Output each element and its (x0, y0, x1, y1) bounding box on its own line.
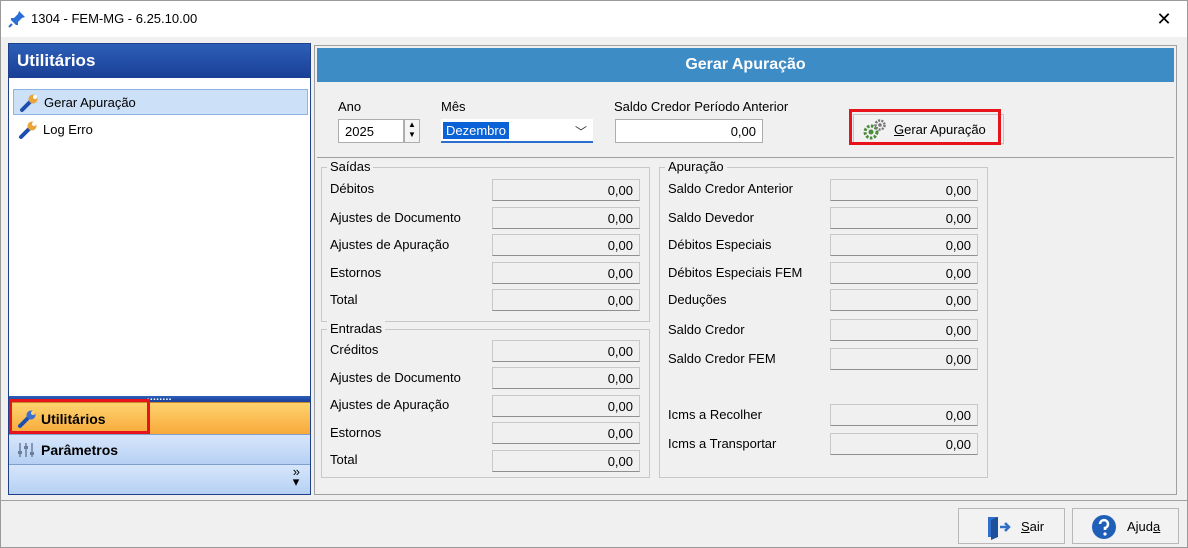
sidebar-item-gerar-apuracao[interactable]: Gerar Apuração (13, 89, 308, 115)
footer-divider (1, 500, 1187, 501)
row-label: Total (330, 292, 358, 307)
total-entradas-value: 0,00 (492, 450, 640, 472)
total-saidas-value: 0,00 (492, 289, 640, 311)
nav-overflow[interactable]: » ▾ (9, 464, 310, 494)
row-label: Estornos (330, 425, 382, 440)
sair-button[interactable]: Sair (958, 508, 1065, 544)
saldo-credor-anterior-value: 0,00 (830, 179, 978, 201)
ajustes-documento-value: 0,00 (492, 207, 640, 229)
help-icon (1092, 515, 1116, 539)
estornos-value: 0,00 (492, 422, 640, 444)
ajustes-documento-value: 0,00 (492, 367, 640, 389)
row-label: Saldo Credor Anterior (668, 181, 794, 196)
exit-icon (988, 517, 1011, 540)
deducoes-value: 0,00 (830, 289, 978, 311)
ano-stepper[interactable]: ▲ ▼ (404, 119, 420, 143)
row-label: Ajustes de Documento (330, 210, 461, 225)
nav-label: Parâmetros (41, 442, 119, 458)
row-label: Débitos Especiais FEM (668, 265, 803, 280)
row-label: Débitos (330, 181, 375, 196)
ano-label: Ano (338, 99, 362, 114)
estornos-value: 0,00 (492, 262, 640, 284)
chevron-double-right-icon[interactable]: » ▾ (293, 465, 300, 488)
saldo-credor-label: Saldo Credor Período Anterior (614, 99, 789, 114)
page-title: Gerar Apuração (317, 48, 1174, 82)
wrench-icon (19, 121, 37, 139)
sidebar-item-label: Log Erro (43, 122, 93, 137)
row-label: Créditos (330, 342, 379, 357)
nav-parametros[interactable]: Parâmetros (9, 434, 310, 464)
row-label: Saldo Credor FEM (668, 351, 776, 366)
row-label: Ajustes de Documento (330, 370, 461, 385)
apuracao-title: Apuração (665, 159, 727, 174)
row-label: Saldo Devedor (668, 210, 754, 225)
ajuda-button[interactable]: Ajuda (1072, 508, 1179, 544)
app-window: 1304 - FEM-MG - 6.25.10.00 ✕ Utilitários… (0, 0, 1188, 548)
saldo-devedor-value: 0,00 (830, 207, 978, 229)
debitos-especiais-fem-value: 0,00 (830, 262, 978, 284)
icms-recolher-value: 0,00 (830, 404, 978, 426)
saldo-credor-value: 0,00 (830, 319, 978, 341)
mes-value: Dezembro (443, 122, 509, 139)
mes-select[interactable]: Dezembro ﹀ (441, 119, 593, 143)
row-label: Deduções (668, 292, 727, 307)
sidebar-header: Utilitários (9, 44, 310, 78)
creditos-value: 0,00 (492, 340, 640, 362)
parameters-area: Ano 2025 ▲ ▼ Mês Dezembro ﹀ Saldo Credor … (317, 82, 1174, 158)
sidebar-item-label: Gerar Apuração (44, 95, 136, 110)
saldo-credor-input[interactable]: 0,00 (615, 119, 763, 143)
saidas-title: Saídas (327, 159, 374, 174)
row-label: Icms a Recolher (668, 407, 762, 422)
row-label: Icms a Transportar (668, 436, 777, 451)
wrench-icon (20, 94, 38, 112)
highlight-box (849, 109, 1001, 145)
ano-input[interactable]: 2025 (338, 119, 404, 143)
highlight-box (9, 399, 150, 434)
chevron-down-icon: ﹀ (574, 125, 587, 139)
entradas-title: Entradas (327, 321, 386, 336)
row-label: Débitos Especiais (668, 237, 772, 252)
debitos-value: 0,00 (492, 179, 640, 201)
close-button[interactable]: ✕ (1149, 5, 1179, 33)
row-label: Saldo Credor (668, 322, 745, 337)
icms-transportar-value: 0,00 (830, 433, 978, 455)
sidebar-item-log-erro[interactable]: Log Erro (13, 117, 308, 143)
title-bar: 1304 - FEM-MG - 6.25.10.00 ✕ (1, 1, 1187, 37)
sliders-icon (18, 443, 34, 457)
mes-label: Mês (441, 99, 466, 114)
window-title: 1304 - FEM-MG - 6.25.10.00 (31, 11, 198, 26)
ajustes-apuracao-value: 0,00 (492, 395, 640, 417)
row-label: Total (330, 452, 358, 467)
row-label: Estornos (330, 265, 382, 280)
ajustes-apuracao-value: 0,00 (492, 234, 640, 256)
debitos-especiais-value: 0,00 (830, 234, 978, 256)
row-label: Ajustes de Apuração (330, 237, 450, 252)
row-label: Ajustes de Apuração (330, 397, 450, 412)
main-panel: Gerar Apuração Ano 2025 ▲ ▼ Mês Dezembro … (314, 45, 1177, 495)
pin-icon (8, 11, 25, 28)
saldo-credor-fem-value: 0,00 (830, 348, 978, 370)
